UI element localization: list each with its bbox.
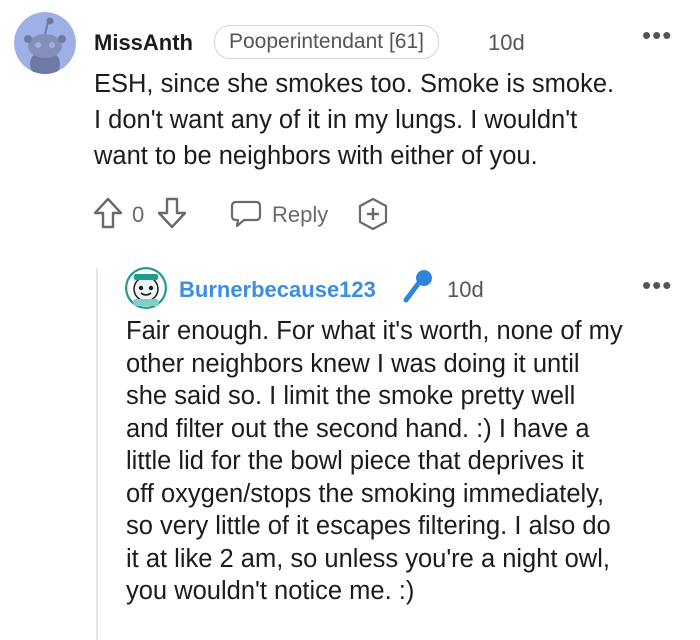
reply-body-line: other neighbors knew I was doing it unti… [126,349,580,378]
more-dots-icon[interactable]: ••• [642,272,672,298]
reply-label: Reply [272,202,329,227]
reply-body-line: and filter out the second hand. :) I hav… [126,414,590,443]
downvote-icon[interactable] [156,196,188,230]
thread-line[interactable] [96,268,98,640]
reply-username[interactable]: Burnerbecause123 [179,277,376,303]
reply-body-line: so very little of it escapes filtering. … [126,512,611,540]
user-flair: Pooperintendant [61] [214,25,439,59]
vote-score: 0 [132,202,145,227]
reply-body-line: she said so. I limit the smoke pretty we… [126,382,576,410]
comment-body-line: I don't want any of it in my lungs. I wo… [94,106,578,134]
chat-bubble-icon [230,200,262,228]
reply-timestamp: 10d [447,277,484,302]
reply-avatar[interactable] [125,267,167,309]
comment-username[interactable]: MissAnth [94,30,193,56]
snoo-avatar-icon [14,12,76,74]
reply-body: Fair enough. For what it's worth, none o… [126,315,691,608]
upvote-icon[interactable] [92,196,124,230]
comment-body: ESH, since she smokes too. Smoke is smok… [94,66,684,174]
reply-body-line: it at like 2 am, so unless you're a nigh… [126,544,610,573]
reply-button[interactable]: Reply [230,194,330,232]
comment-body-line: ESH, since she smokes too. Smoke is smok… [94,70,615,98]
reply-body-line: Fair enough. For what it's worth, none o… [126,317,623,345]
avatar[interactable] [14,12,76,74]
microphone-icon [403,270,432,303]
snoo-avatar-icon [125,267,167,309]
comment-timestamp: 10d [488,30,525,55]
more-dots-icon[interactable]: ••• [642,22,672,48]
reply-body-line: you wouldn't notice me. :) [126,577,415,605]
comment-body-line: want to be neighbors with either of you. [94,142,538,170]
reply-body-line: little lid for the bowl piece that depri… [126,447,584,475]
comment-actions: 0 Reply [92,194,412,234]
reply-body-line: off oxygen/stops the smoking immediately… [126,479,605,508]
plus-award-icon[interactable] [356,197,390,231]
